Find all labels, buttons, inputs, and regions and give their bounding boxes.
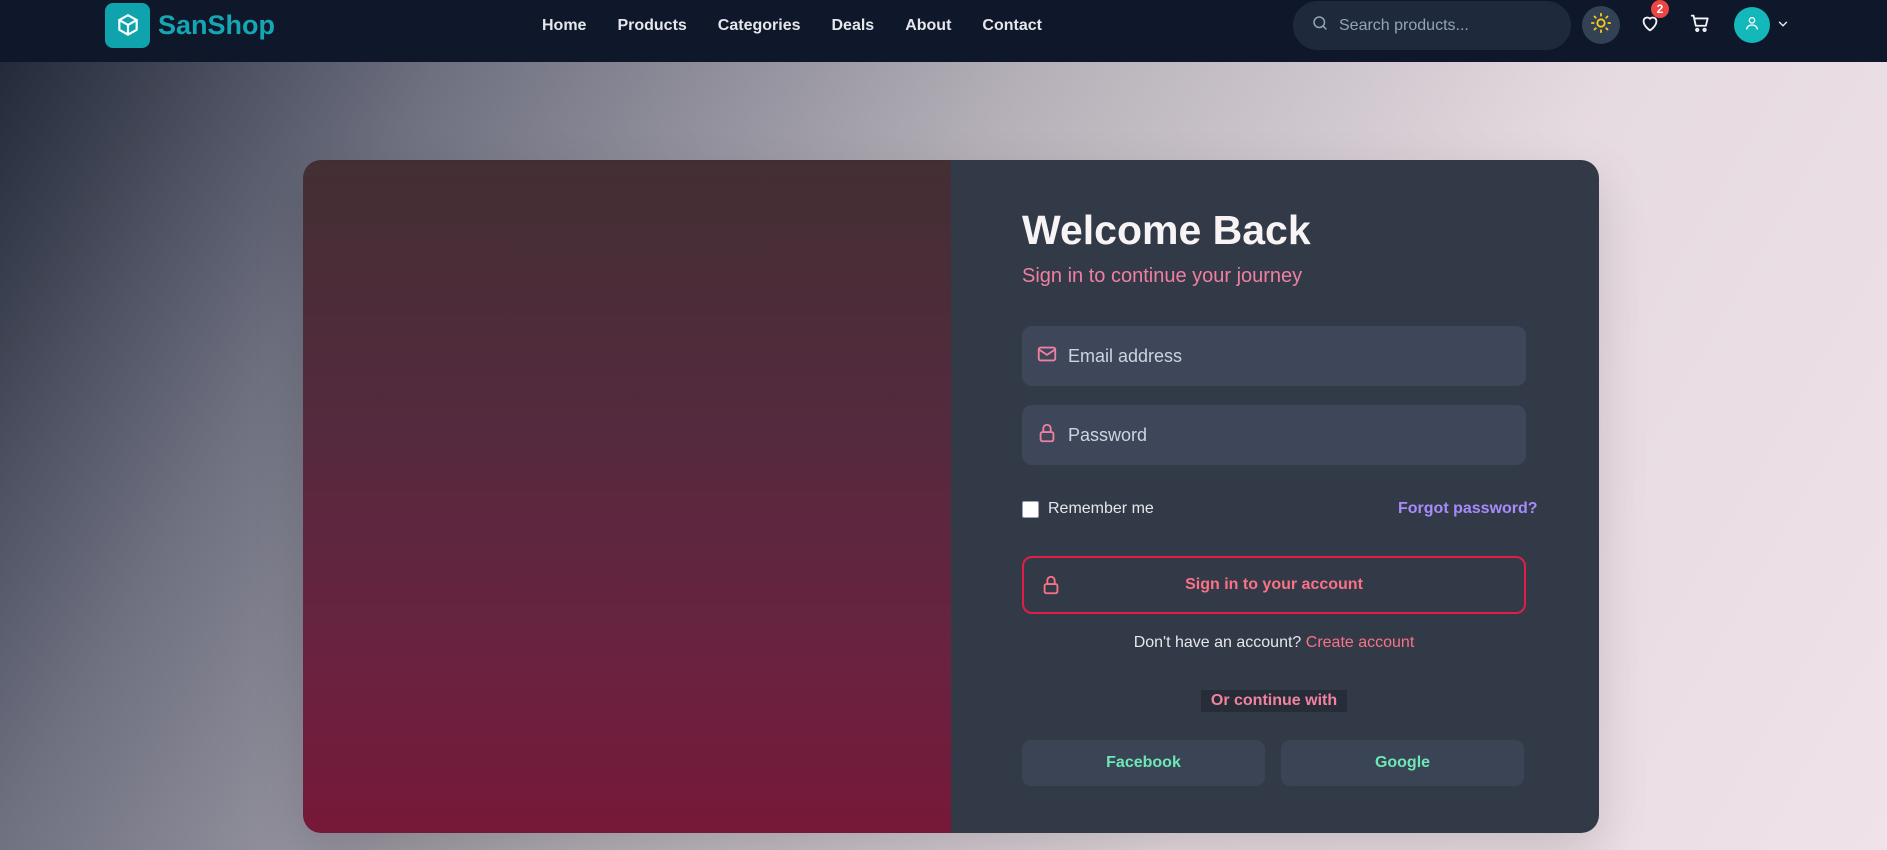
email-field[interactable] <box>1022 326 1526 386</box>
cart-icon <box>1689 12 1711 39</box>
sign-in-label: Sign in to your account <box>1185 576 1363 593</box>
mail-icon <box>1036 343 1058 370</box>
login-form-panel <box>951 160 1599 833</box>
search-bar <box>1293 1 1571 50</box>
google-login-button[interactable]: Google <box>1281 740 1524 786</box>
sun-icon <box>1590 12 1612 39</box>
password-field[interactable] <box>1022 405 1526 465</box>
search-icon <box>1311 14 1329 37</box>
login-title: Welcome Back <box>1022 207 1311 253</box>
nav-link-products[interactable]: Products <box>617 17 686 35</box>
user-icon <box>1744 15 1760 36</box>
cart-button[interactable] <box>1681 6 1719 44</box>
brand-name: SanShop <box>158 10 276 40</box>
no-account-text: Don't have an account? Create account <box>1022 634 1526 652</box>
nav-link-categories[interactable]: Categories <box>718 17 801 35</box>
no-account-prompt: Don't have an account? <box>1133 634 1306 651</box>
nav-link-about[interactable]: About <box>905 17 951 35</box>
main-nav: Home Products Categories Deals About Con… <box>542 0 1073 52</box>
lock-icon <box>1036 422 1058 449</box>
search-input[interactable] <box>1339 16 1559 35</box>
password-input[interactable] <box>1068 424 1508 446</box>
social-divider: Or continue with <box>1201 690 1347 712</box>
login-card <box>303 160 1599 833</box>
nav-link-home[interactable]: Home <box>542 17 586 35</box>
nav-link-contact[interactable]: Contact <box>982 17 1042 35</box>
chevron-down-icon[interactable] <box>1776 17 1790 36</box>
wishlist-count-badge: 2 <box>1651 0 1669 18</box>
remember-me: Remember me <box>1022 500 1154 518</box>
brand-logo[interactable]: SanShop <box>105 3 275 48</box>
email-input[interactable] <box>1068 345 1508 367</box>
lock-icon <box>1040 574 1062 601</box>
remember-label: Remember me <box>1048 500 1154 517</box>
nav-link-deals[interactable]: Deals <box>832 17 875 35</box>
facebook-login-button[interactable]: Facebook <box>1022 740 1265 786</box>
package-icon <box>105 3 150 48</box>
theme-toggle-button[interactable] <box>1582 6 1620 44</box>
create-account-link[interactable]: Create account <box>1306 634 1415 651</box>
remember-checkbox[interactable] <box>1022 500 1039 518</box>
forgot-password-link[interactable]: Forgot password? <box>1398 500 1538 518</box>
user-avatar[interactable] <box>1734 7 1770 43</box>
wishlist-button[interactable]: 2 <box>1631 0 1669 44</box>
login-hero-panel <box>303 160 951 833</box>
login-subtitle: Sign in to continue your journey <box>1022 265 1303 287</box>
top-navbar: SanShop Home Products Categories Deals A… <box>0 0 1887 62</box>
sign-in-button[interactable]: Sign in to your account <box>1022 556 1526 614</box>
